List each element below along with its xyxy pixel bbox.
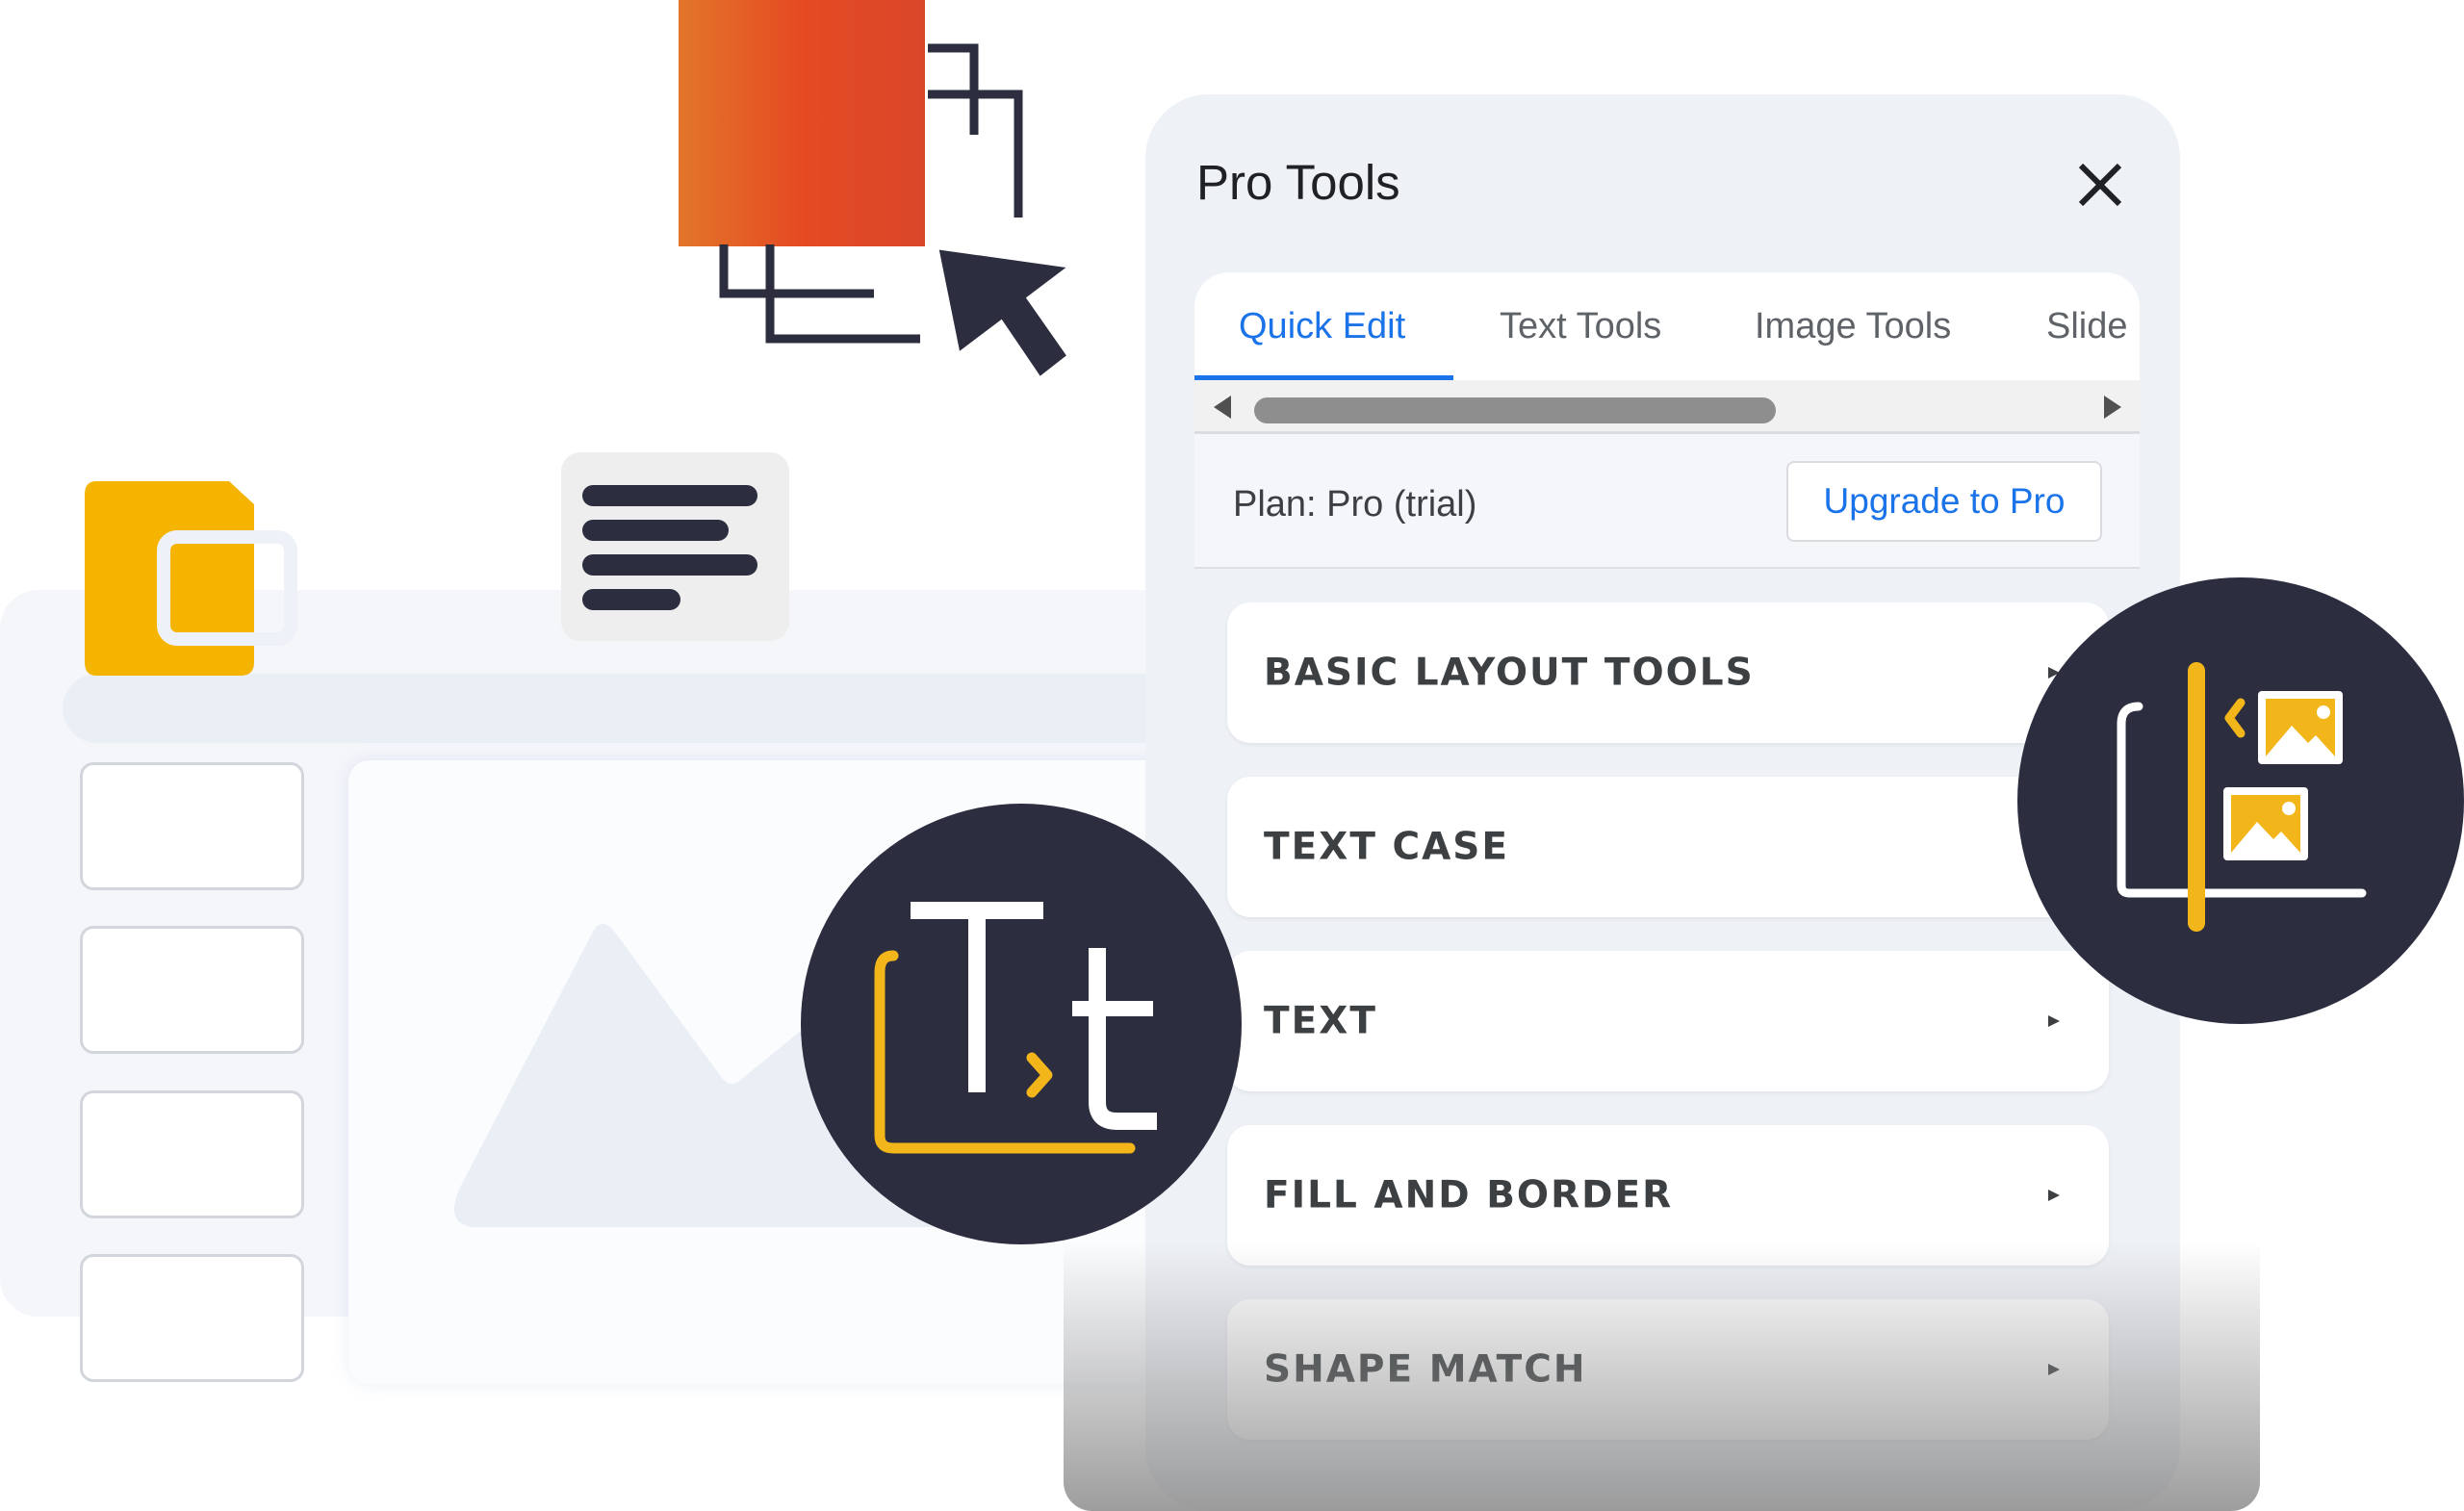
section-text[interactable]: TEXT xyxy=(1227,951,2109,1091)
section-label: TEXT CASE xyxy=(1264,825,1510,869)
expand-arrow-icon xyxy=(2048,1364,2060,1375)
section-shape-match[interactable]: SHAPE MATCH xyxy=(1227,1299,2109,1440)
section-label: TEXT xyxy=(1264,999,1377,1043)
close-icon[interactable] xyxy=(2071,156,2129,214)
align-left-icon xyxy=(561,452,789,641)
section-basic-layout-tools[interactable]: BASIC LAYOUT TOOLS xyxy=(1227,602,2109,743)
section-label: BASIC LAYOUT TOOLS xyxy=(1264,651,1755,695)
section-text-case[interactable]: TEXT CASE xyxy=(1227,777,2109,917)
duplicate-icon xyxy=(719,43,1078,385)
slide-thumbnail[interactable] xyxy=(80,762,304,890)
section-label: FILL AND BORDER xyxy=(1264,1173,1674,1217)
tab-image-tools[interactable]: Image Tools xyxy=(1755,306,1951,347)
tab-scrollbar[interactable] xyxy=(1194,380,2140,434)
slide-thumbnail[interactable] xyxy=(80,1090,304,1218)
section-label: SHAPE MATCH xyxy=(1264,1347,1587,1392)
text-case-icon xyxy=(801,804,1242,1244)
panel-title: Pro Tools xyxy=(1196,155,1400,210)
tab-bar: Quick Edit Text Tools Image Tools Slide xyxy=(1194,272,2140,434)
tab-text-tools[interactable]: Text Tools xyxy=(1500,306,1661,347)
slides-logo-icon xyxy=(85,481,297,676)
scrollbar-thumb[interactable] xyxy=(1254,397,1776,423)
background-toolbar xyxy=(63,674,1198,743)
slide-thumbnail[interactable] xyxy=(80,1254,304,1382)
tab-quick-edit[interactable]: Quick Edit xyxy=(1239,306,1405,347)
expand-arrow-icon xyxy=(2048,1190,2060,1201)
tab-slide[interactable]: Slide xyxy=(2046,306,2128,347)
image-align-icon xyxy=(2017,577,2464,1024)
scroll-right-icon[interactable] xyxy=(2102,394,2125,421)
plan-label: Plan: Pro (trial) xyxy=(1233,484,1477,525)
section-fill-and-border[interactable]: FILL AND BORDER xyxy=(1227,1125,2109,1266)
plan-row: Plan: Pro (trial) Upgrade to Pro xyxy=(1194,434,2140,569)
upgrade-button[interactable]: Upgrade to Pro xyxy=(1786,461,2102,542)
scroll-left-icon[interactable] xyxy=(1210,394,1233,421)
cursor-icon xyxy=(932,243,1078,385)
slide-thumbnail[interactable] xyxy=(80,926,304,1054)
